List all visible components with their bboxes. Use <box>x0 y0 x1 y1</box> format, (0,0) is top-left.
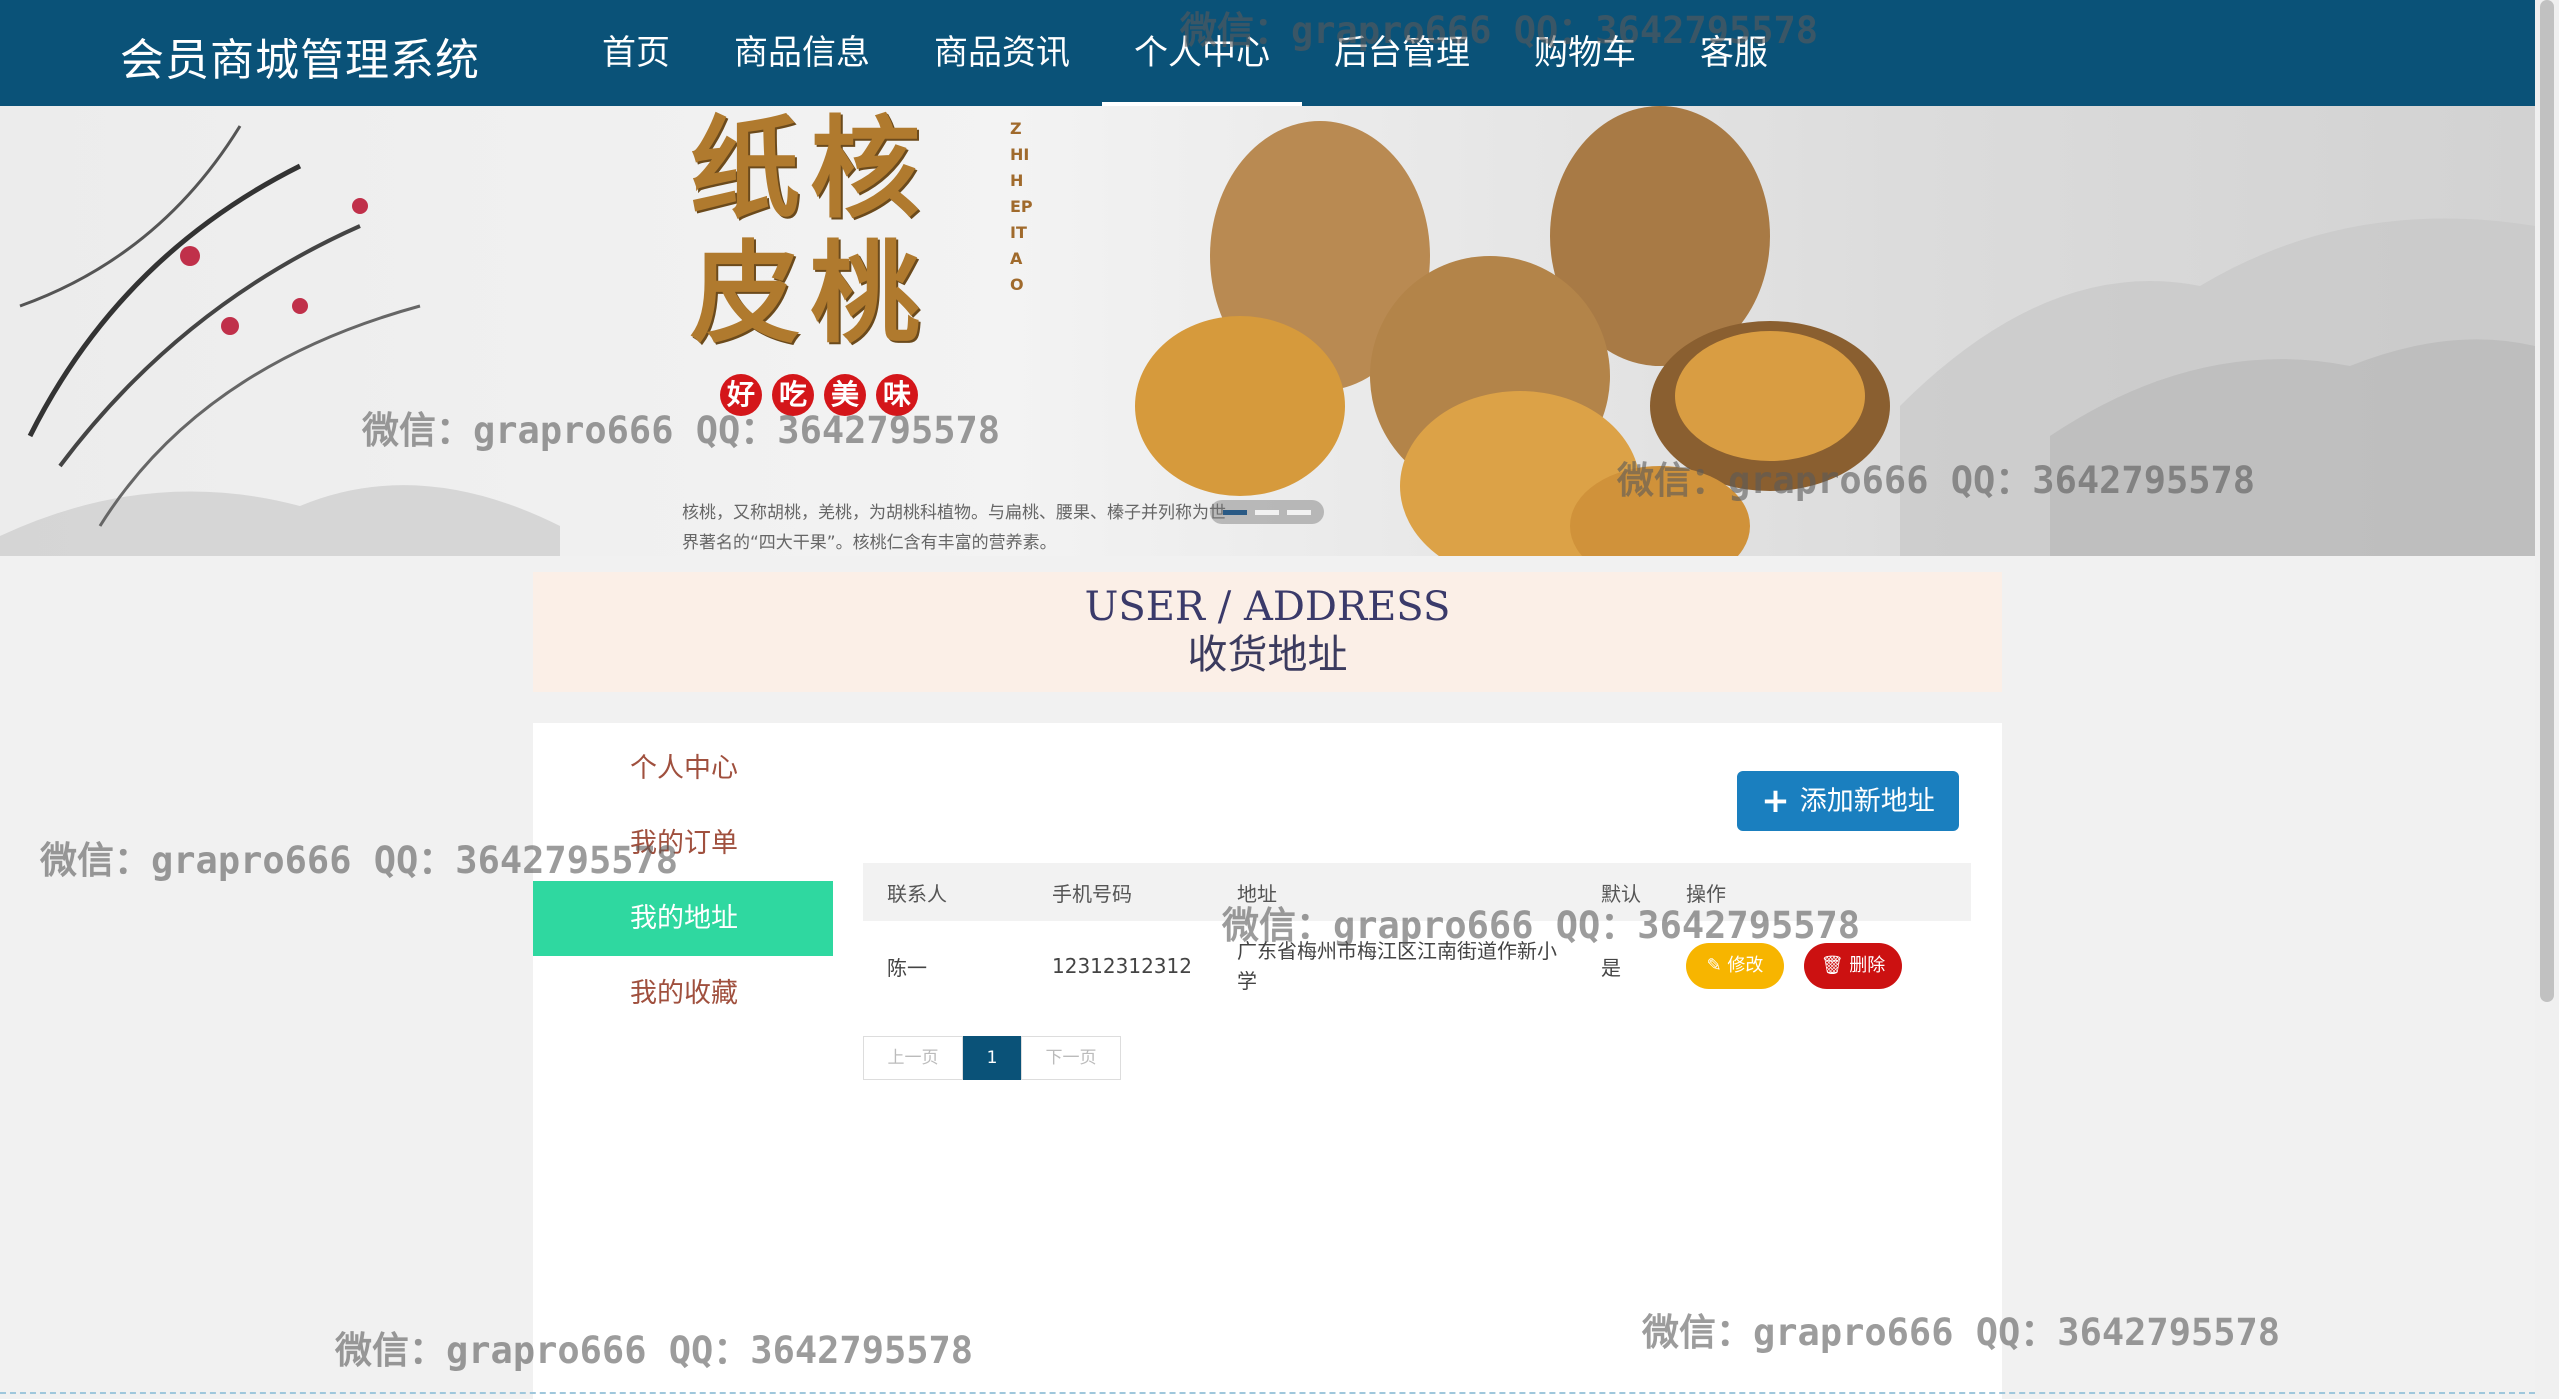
top-navbar: 会员商城管理系统 首页 商品信息 商品资讯 个人中心 后台管理 购物车 客服 <box>0 0 2535 106</box>
content-panel: 个人中心 我的订单 我的地址 我的收藏 + 添加新地址 联系人 手机号码 地址 默… <box>533 723 2002 1399</box>
carousel-dot[interactable] <box>1287 509 1311 515</box>
sidebar-item-orders[interactable]: 我的订单 <box>533 806 833 881</box>
column-header-default: 默认 <box>1577 863 1662 921</box>
cell-phone: 12312312312 <box>1052 954 1192 978</box>
banner-tag: 美 <box>824 374 866 416</box>
cell-default: 是 <box>1601 955 1621 980</box>
page-title-cn: 收货地址 <box>1187 632 1348 678</box>
column-header-address: 地址 <box>1213 863 1577 921</box>
banner-tag: 吃 <box>772 374 814 416</box>
plus-icon: + <box>1761 781 1790 821</box>
app-title: 会员商城管理系统 <box>120 35 480 86</box>
banner-tag: 味 <box>876 374 918 416</box>
banner-carousel: 纸核皮桃 ZHIHEPITAO 好 吃 美 味 核桃，又称胡桃，羌桃，为胡桃科植… <box>0 106 2535 556</box>
table-row: 陈一 12312312312 广东省梅州市梅江区江南街道作新小学 是 ✎ 修改 🗑… <box>863 921 1971 1011</box>
page-button-current[interactable]: 1 <box>963 1036 1021 1080</box>
nav-item-news[interactable]: 商品资讯 <box>902 0 1102 106</box>
trash-icon: 🗑 <box>1820 955 1850 976</box>
page-title-en: USER / ADDRESS <box>1084 584 1451 630</box>
page-bottom-divider <box>0 1392 2535 1394</box>
banner-title: 纸核皮桃 <box>690 106 930 358</box>
sidebar: 个人中心 我的订单 我的地址 我的收藏 <box>533 731 833 1031</box>
edit-label: 修改 <box>1727 955 1764 976</box>
carousel-dot[interactable] <box>1255 509 1279 515</box>
table-header-row: 联系人 手机号码 地址 默认 操作 <box>863 863 1971 921</box>
sidebar-item-addresses[interactable]: 我的地址 <box>533 881 833 956</box>
cell-address: 广东省梅州市梅江区江南街道作新小学 <box>1237 939 1557 993</box>
column-header-actions: 操作 <box>1662 863 1971 921</box>
nav-item-personal-center[interactable]: 个人中心 <box>1102 0 1302 106</box>
add-address-button[interactable]: + 添加新地址 <box>1737 771 1959 831</box>
column-header-phone: 手机号码 <box>1028 863 1213 921</box>
edit-button[interactable]: ✎ 修改 <box>1686 943 1784 989</box>
column-header-contact: 联系人 <box>863 863 1028 921</box>
add-address-label: 添加新地址 <box>1799 786 1935 817</box>
sidebar-item-favorites[interactable]: 我的收藏 <box>533 956 833 1031</box>
main-menu: 首页 商品信息 商品资讯 个人中心 后台管理 购物车 客服 <box>570 0 1800 106</box>
banner-tag: 好 <box>720 374 762 416</box>
sidebar-item-personal-center[interactable]: 个人中心 <box>533 731 833 806</box>
cell-contact: 陈一 <box>887 955 927 980</box>
cell-actions: ✎ 修改 🗑 删除 <box>1662 921 1971 1011</box>
nav-item-home[interactable]: 首页 <box>570 0 702 106</box>
page-header: USER / ADDRESS 收货地址 <box>533 572 2002 692</box>
next-page-button[interactable]: 下一页 <box>1021 1036 1121 1080</box>
scrollbar-thumb[interactable] <box>2540 0 2554 1002</box>
delete-label: 删除 <box>1849 955 1886 976</box>
carousel-indicators <box>1210 500 1324 524</box>
banner-tags: 好 吃 美 味 <box>720 374 918 416</box>
nav-item-cart[interactable]: 购物车 <box>1502 0 1668 106</box>
pagination: 上一页 1 下一页 <box>863 1036 1121 1080</box>
pencil-icon: ✎ <box>1706 955 1728 976</box>
banner-pinyin: ZHIHEPITAO <box>1010 119 1033 294</box>
delete-button[interactable]: 🗑 删除 <box>1804 943 1902 989</box>
nav-item-admin[interactable]: 后台管理 <box>1302 0 1502 106</box>
banner-description: 核桃，又称胡桃，羌桃，为胡桃科植物。与扁桃、腰果、榛子并列称为世界著名的“四大干… <box>682 503 1226 553</box>
carousel-dot[interactable] <box>1223 509 1247 515</box>
address-table: 联系人 手机号码 地址 默认 操作 陈一 12312312312 广东省梅州市梅… <box>863 863 1971 1011</box>
nav-item-service[interactable]: 客服 <box>1668 0 1800 106</box>
banner-artwork <box>0 106 2535 556</box>
prev-page-button[interactable]: 上一页 <box>863 1036 963 1080</box>
nav-item-products[interactable]: 商品信息 <box>702 0 902 106</box>
